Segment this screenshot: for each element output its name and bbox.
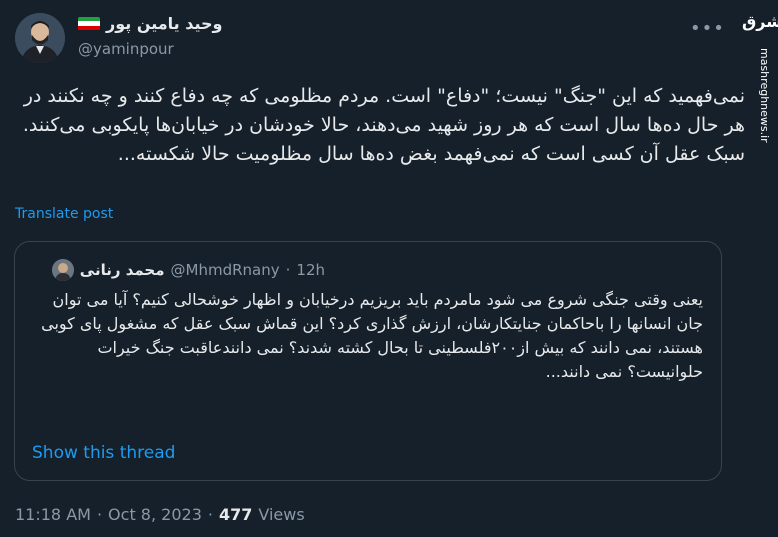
views-label: Views [258,505,305,524]
translate-post-link[interactable]: Translate post [15,206,113,222]
author-display-name[interactable]: وحید یامین پور [106,14,223,33]
tweet-date[interactable]: Oct 8, 2023 [108,505,202,524]
meta-separator: · [207,505,213,524]
quoted-separator: · [285,261,291,279]
tweet-time[interactable]: 11:18 AM [15,505,91,524]
quoted-author-name: محمد رنانی [79,261,165,279]
quoted-author-avatar [51,259,74,281]
meta-separator: · [96,505,103,524]
iran-flag-icon [78,16,100,31]
author-name-row: وحید یامین پور [78,14,223,33]
quoted-time: 12h [296,261,325,279]
author-handle[interactable]: @yaminpour [78,40,174,58]
quoted-tweet-text: یعنی وقتی جنگی شروع می شود مامردم باید ب… [41,290,703,381]
more-options-icon[interactable]: ••• [690,18,725,39]
quoted-author-handle: @MhmdRnany [170,261,280,279]
views-count: 477 [218,505,253,524]
author-avatar[interactable] [15,13,65,63]
quoted-tweet-header: محمد رنانی @MhmdRnany · 12h [51,259,325,281]
watermark-logo: مشرق [742,12,778,31]
tweet-text: نمی‌فهمید که این "جنگ" نیست؛ "دفاع" است.… [22,85,745,165]
show-thread-link[interactable]: Show this thread [32,443,175,463]
watermark-site: mashreghnews.ir [758,48,771,143]
quoted-tweet[interactable]: محمد رنانی @MhmdRnany · 12h یعنی وقتی جن… [14,241,722,481]
tweet-meta: 11:18 AM · Oct 8, 2023 · 477 Views [15,505,305,524]
